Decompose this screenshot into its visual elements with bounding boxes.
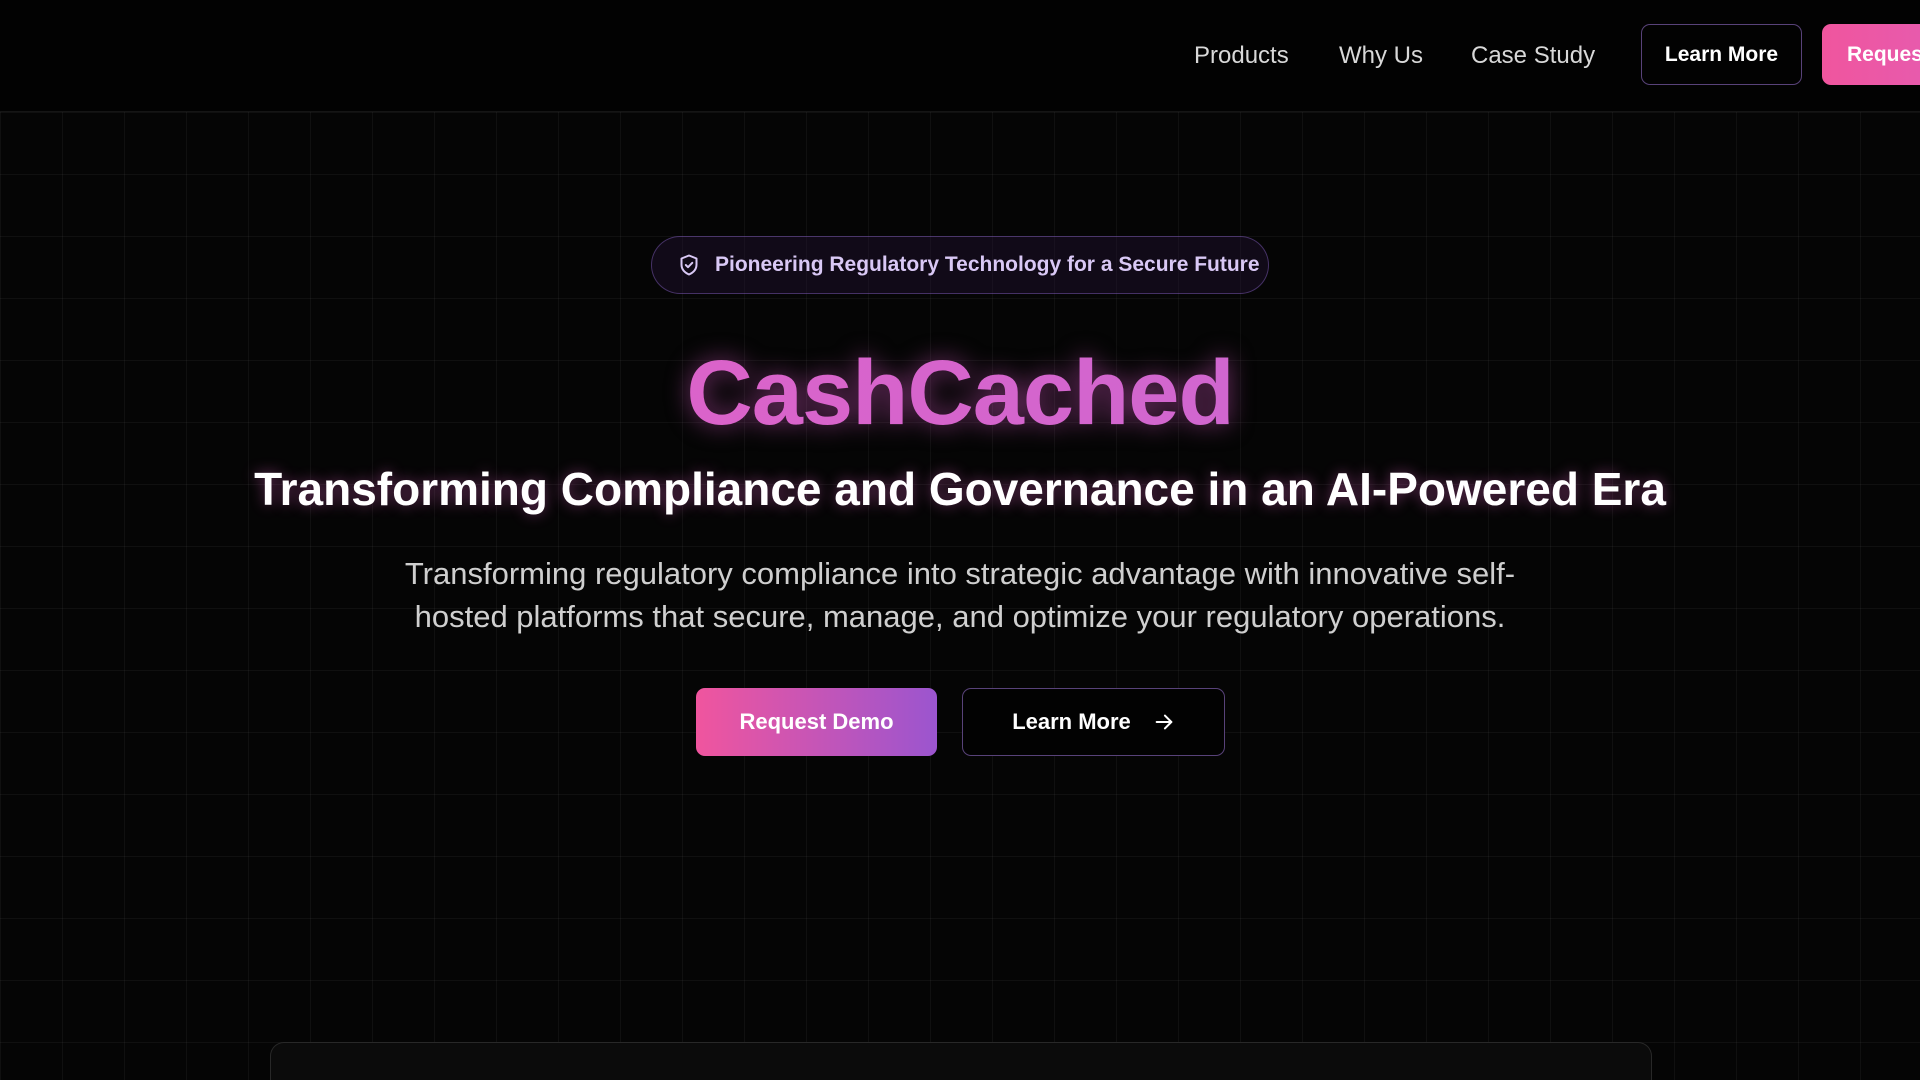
hero-headline: Transforming Compliance and Governance i… [254,463,1666,515]
hero-subtext: Transforming regulatory compliance into … [404,556,1516,634]
hero-badge: Pioneering Regulatory Technology for a S… [651,236,1269,294]
nav-link-products[interactable]: Products [1194,40,1289,72]
preview-card [270,1042,1652,1080]
arrow-right-icon [1153,711,1175,733]
hero-badge-text: Pioneering Regulatory Technology for a S… [715,253,1260,276]
request-demo-button[interactable]: Request Demo [696,688,937,756]
nav-link-why-us[interactable]: Why Us [1339,40,1423,72]
top-navbar: Products Why Us Case Study Learn More Re… [0,0,1920,112]
learn-more-button[interactable]: Learn More [962,688,1225,756]
nav-link-case-study[interactable]: Case Study [1471,40,1595,72]
shield-check-icon [677,253,701,277]
nav-request-demo-button[interactable]: Request Demo [1822,24,1920,85]
learn-more-label: Learn More [1012,709,1131,734]
landing-page: Products Why Us Case Study Learn More Re… [0,0,1920,1080]
brand-title: CashCached [0,340,1920,446]
nav-learn-more-button[interactable]: Learn More [1641,24,1802,85]
